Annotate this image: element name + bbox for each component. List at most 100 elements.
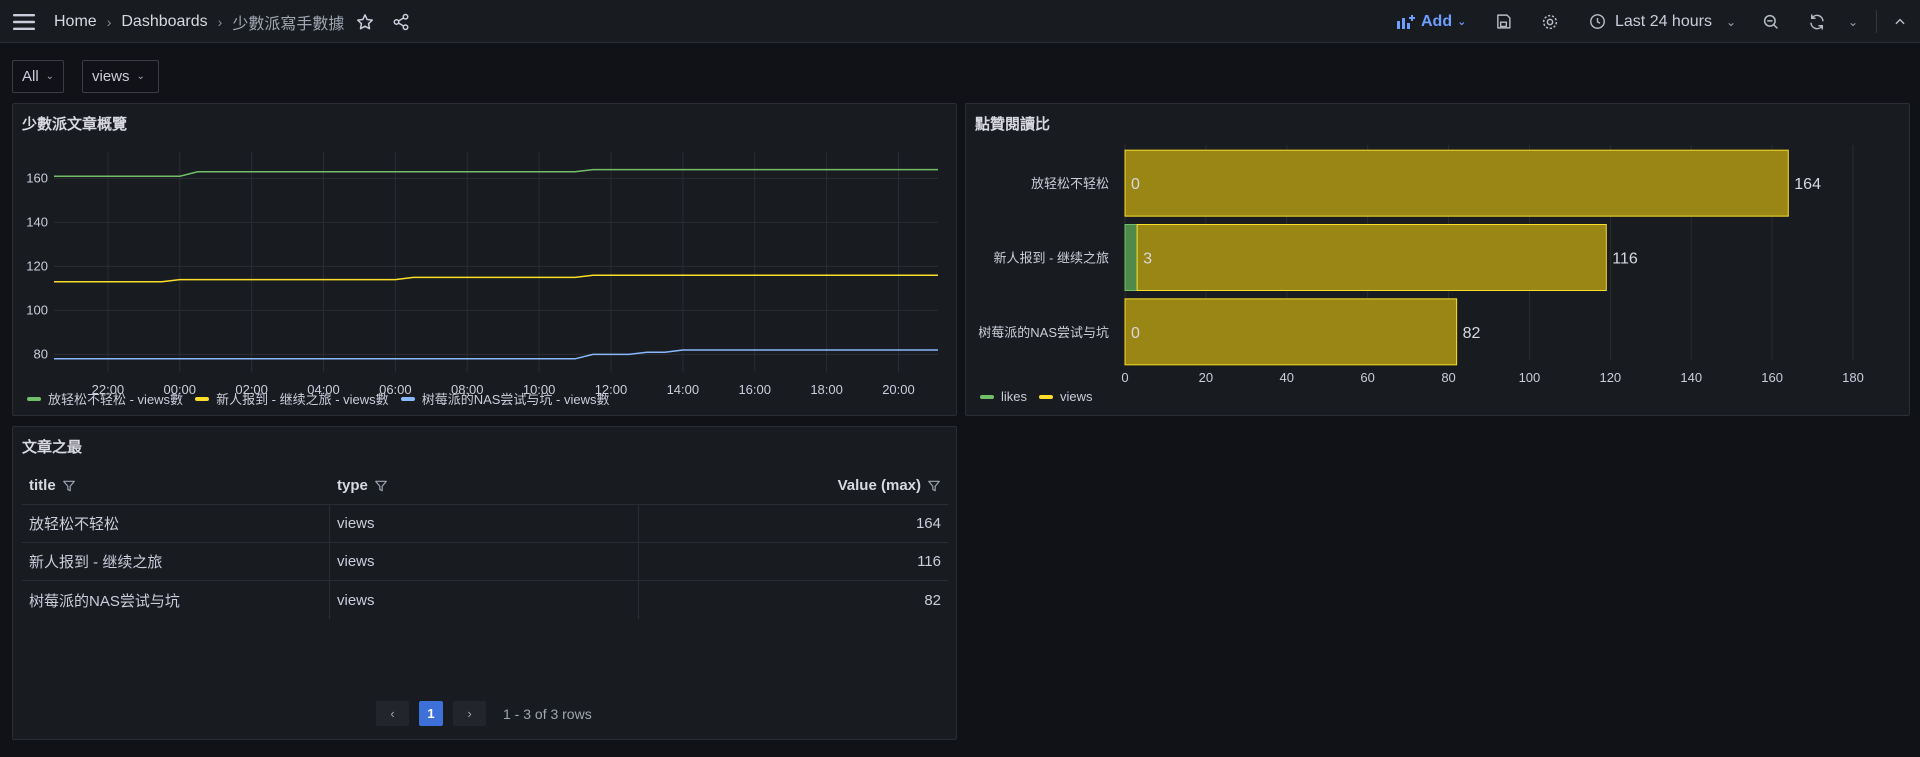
column-header-value[interactable]: Value (max) <box>639 467 948 504</box>
legend-label: 放轻松不轻松 - views數 <box>48 392 184 407</box>
pagination-info: 1 - 3 of 3 rows <box>503 705 592 722</box>
table-row: 树莓派的NAS尝试与坑 views 82 <box>22 581 948 619</box>
bar-segment[interactable] <box>1124 298 1458 366</box>
column-header-label: type <box>337 477 368 494</box>
chevron-down-icon: ⌄ <box>136 71 145 82</box>
y-tick-label: 80 <box>34 346 48 361</box>
x-tick-label: 100 <box>1519 370 1541 385</box>
legend-item[interactable]: 放轻松不轻松 - views數 <box>27 389 183 408</box>
star-icon[interactable] <box>356 13 374 31</box>
chevron-down-icon: ⌄ <box>45 71 55 82</box>
chevron-up-icon[interactable] <box>1893 15 1907 29</box>
legend-swatch <box>980 394 994 399</box>
x-tick-label: 40 <box>1280 370 1294 385</box>
x-tick-label: 16:00 <box>738 382 771 397</box>
y-tick-label: 120 <box>26 258 48 273</box>
legend-item[interactable]: views <box>1039 389 1093 404</box>
x-tick-label: 20:00 <box>882 382 915 397</box>
refresh-icon[interactable] <box>1808 13 1826 31</box>
legend-label: views <box>1060 389 1093 404</box>
prev-page-button[interactable]: ‹ <box>376 701 409 726</box>
page-number-button[interactable]: 1 <box>419 701 443 726</box>
x-tick-label: 14:00 <box>667 382 700 397</box>
bar-data-label: 3 <box>1143 251 1152 268</box>
menu-toggle[interactable] <box>12 0 36 43</box>
time-range-picker[interactable]: Last 24 hours ⌄ <box>1589 0 1736 43</box>
gear-icon[interactable] <box>1541 13 1559 31</box>
variable-value: All <box>22 68 39 85</box>
y-tick-label: 160 <box>26 170 48 185</box>
bar-segment[interactable] <box>1136 224 1607 291</box>
add-button-label: Add <box>1421 12 1453 30</box>
share-button[interactable] <box>392 0 410 43</box>
refresh-interval-dropdown[interactable]: ⌄ <box>1848 0 1858 43</box>
legend-swatch <box>1039 394 1054 399</box>
panel-title[interactable]: 文章之最 <box>22 436 82 457</box>
collapse-navbar-button[interactable] <box>1893 0 1907 43</box>
x-tick-label: 160 <box>1761 370 1783 385</box>
time-range-label: Last 24 hours <box>1615 12 1712 30</box>
legend-item[interactable]: 树莓派的NAS尝试与坑 - views數 <box>400 389 609 408</box>
series-line[interactable] <box>54 168 938 177</box>
timeseries-panel[interactable]: 少數派文章概覽 80 100 120 140 160 22:00 00:00 02:00 04:… <box>12 103 957 416</box>
breadcrumb-current: 少數派寫手數據 <box>232 15 345 33</box>
category-label: 新人报到 - 继续之旅 <box>993 251 1109 266</box>
table-cell: 放轻松不轻松 <box>22 505 330 542</box>
variable-select-1[interactable]: All ⌄ <box>12 60 64 93</box>
variable-value: views <box>92 68 130 85</box>
bar-segment[interactable] <box>1124 149 1789 217</box>
chevron-down-icon[interactable]: ⌄ <box>1848 15 1858 29</box>
table-row: 放轻松不轻松 views 164 <box>22 505 948 543</box>
table-cell: 树莓派的NAS尝试与坑 <box>22 581 330 619</box>
column-header-title[interactable]: title <box>22 467 330 504</box>
zoom-out-button[interactable] <box>1762 0 1780 43</box>
legend-swatch <box>195 396 210 401</box>
bar-segment[interactable] <box>1124 224 1138 291</box>
chevron-left-icon: ‹ <box>390 706 395 721</box>
settings-button[interactable] <box>1541 0 1559 43</box>
filter-icon[interactable] <box>374 479 388 493</box>
next-page-button[interactable]: › <box>453 701 486 726</box>
top-navbar: Home › Dashboards › 少數派寫手數據 Add ⌄ Last 2… <box>0 0 1920 43</box>
zoom-out-icon[interactable] <box>1762 13 1780 31</box>
table-cell: 82 <box>924 591 941 609</box>
hamburger-icon[interactable] <box>12 13 36 31</box>
table-cell: 164 <box>915 515 941 532</box>
clock-icon <box>1590 14 1605 29</box>
legend-swatch <box>400 396 415 401</box>
save-icon[interactable] <box>1495 13 1512 30</box>
y-tick-label: 140 <box>26 214 48 229</box>
legend-item[interactable]: 新人报到 - 继续之旅 - views數 <box>195 389 389 408</box>
add-button[interactable]: Add ⌄ <box>1396 0 1466 43</box>
refresh-button[interactable] <box>1808 0 1826 43</box>
series-line[interactable] <box>54 274 938 283</box>
breadcrumb-dashboards[interactable]: Dashboards <box>121 13 207 31</box>
timeseries-legend: 放轻松不轻松 - views數 新人报到 - 继续之旅 - views數 树莓派的N… <box>27 389 621 408</box>
filter-icon[interactable] <box>62 479 76 493</box>
save-dashboard-button[interactable] <box>1495 0 1512 43</box>
x-tick-label: 20 <box>1199 370 1213 385</box>
legend-item[interactable]: likes <box>980 389 1027 404</box>
column-header-label: Value (max) <box>837 477 921 494</box>
breadcrumb-home[interactable]: Home <box>54 13 97 31</box>
add-panel-icon <box>1397 14 1415 29</box>
toolbar-divider <box>1876 10 1877 33</box>
x-tick-label: 120 <box>1599 370 1621 385</box>
bar-data-label: 0 <box>1131 176 1140 193</box>
barchart-panel[interactable]: 點贊閱讀比 0 20 40 60 80 100 120 140 160 180 放轻松不轻松 0 164… <box>965 103 1910 416</box>
data-table: title type Value (max) 放轻松不轻松 views 164 … <box>22 467 948 619</box>
x-tick-label: 140 <box>1680 370 1702 385</box>
bar-chart[interactable]: 0 20 40 60 80 100 120 140 160 180 放轻松不轻松 0 164 新人报到 -… <box>966 104 1911 417</box>
variable-select-2[interactable]: views ⌄ <box>82 60 159 93</box>
star-button[interactable] <box>356 0 374 43</box>
chevron-right-icon: › <box>217 13 223 30</box>
column-header-type[interactable]: type <box>330 467 639 504</box>
share-icon[interactable] <box>392 13 410 31</box>
x-tick-label: 18:00 <box>810 382 843 397</box>
table-panel[interactable]: 文章之最 title type Value (max) 放轻松不轻松 views… <box>12 426 957 740</box>
barchart-legend: likes views <box>980 389 1105 404</box>
filter-icon[interactable] <box>927 479 941 493</box>
y-tick-label: 100 <box>26 302 48 317</box>
timeseries-chart[interactable]: 8010012014016022:00 00:00 02:00 04:00 06:00 0… <box>13 104 958 417</box>
table-cell: views <box>330 581 639 619</box>
